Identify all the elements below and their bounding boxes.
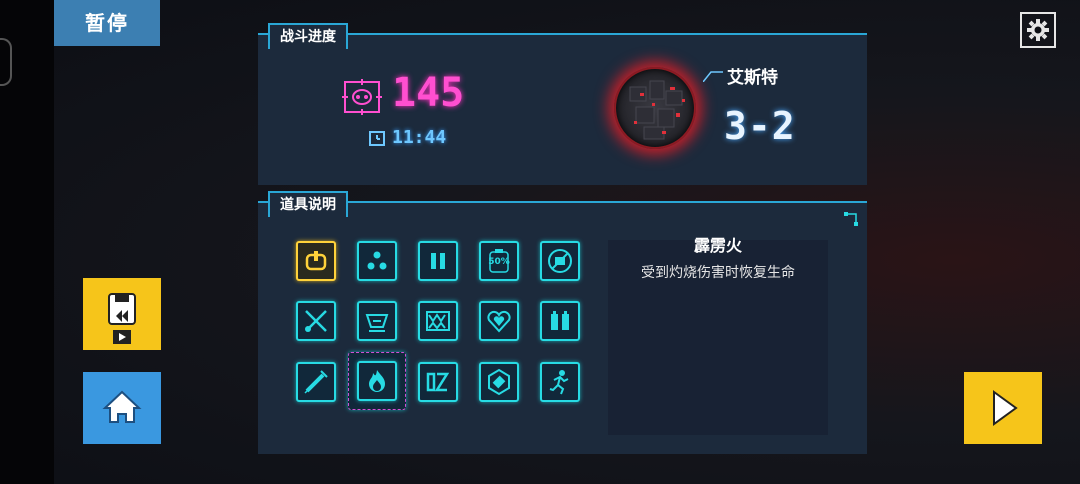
play-icon [993, 390, 1018, 426]
pause-title: 暂停 [54, 0, 160, 46]
item-syringe[interactable] [296, 362, 336, 402]
item-hexagon-ammo[interactable] [479, 362, 519, 402]
power-plug-icon [305, 251, 327, 271]
boss-name-pointer [702, 67, 723, 83]
heart-icon [487, 310, 511, 333]
item-running-man[interactable] [540, 362, 580, 402]
pause-bars-icon [431, 253, 445, 269]
home-icon [102, 390, 142, 423]
item-dz-glyph[interactable] [418, 362, 458, 402]
battle-progress-title: 战斗进度 [268, 23, 348, 49]
gear-icon [1027, 19, 1049, 41]
running-man-icon [549, 370, 569, 395]
score-value: 145 [392, 70, 465, 116]
item-fifty-percent[interactable]: 50% [479, 241, 519, 281]
dz-glyph-icon [426, 372, 450, 392]
item-pause-bars[interactable] [418, 241, 458, 281]
clock-icon [368, 129, 386, 147]
crossed-tools-icon [305, 310, 327, 332]
fifty-percent-label: 50% [488, 257, 510, 267]
settings-button[interactable] [1020, 12, 1056, 48]
syringe-icon [304, 370, 328, 394]
fangs-icon [426, 311, 450, 331]
item-description: 受到灼烧伤害时恢复生命 [641, 265, 795, 281]
elapsed-time: 11:44 [392, 127, 447, 148]
hexagon-edge-icon[interactable] [0, 38, 12, 86]
item-crossed-tools[interactable] [296, 301, 336, 341]
boss-face-icon [365, 314, 389, 332]
boss-portrait [614, 67, 696, 149]
items-panel-title: 道具说明 [268, 191, 348, 217]
item-power-plug[interactable] [296, 241, 336, 281]
vests-icon [551, 311, 569, 330]
hexagon-ammo-icon [488, 368, 510, 396]
replay-button[interactable] [83, 278, 161, 350]
item-three-dots[interactable] [357, 241, 397, 281]
home-button[interactable] [83, 372, 161, 444]
level-indicator: 3-2 [724, 104, 796, 148]
resume-play-button[interactable] [964, 372, 1042, 444]
expand-corner-icon[interactable] [843, 211, 859, 227]
item-vests[interactable] [540, 301, 580, 341]
boss-name: 艾斯特 [727, 68, 778, 88]
three-dots-icon [367, 251, 387, 270]
item-boss-face[interactable] [357, 301, 397, 341]
item-heart[interactable] [479, 301, 519, 341]
no-ammo-icon [548, 249, 572, 273]
item-no-ammo[interactable] [540, 241, 580, 281]
flame-icon [369, 370, 385, 392]
item-description-box: 霹雳火 受到灼烧伤害时恢复生命 [608, 236, 828, 435]
kill-target-icon [342, 79, 382, 115]
item-fangs[interactable] [418, 301, 458, 341]
item-flame[interactable] [357, 361, 397, 401]
item-name: 霹雳火 [693, 236, 742, 255]
video-replay-icon [108, 293, 136, 344]
